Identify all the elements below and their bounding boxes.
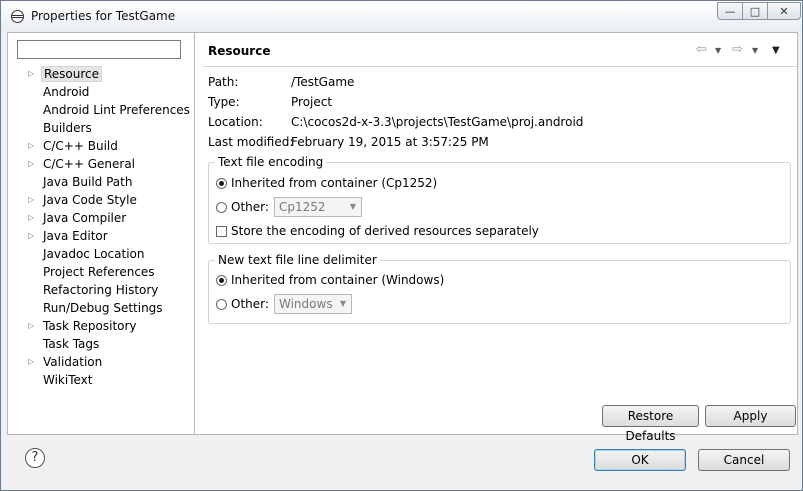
store-encoding-label[interactable]: Store the encoding of derived resources … [231, 224, 539, 238]
resource-page: Resource ⇦ ▼ ⇨ ▼ ▼ Path: /TestGame Type:… [195, 33, 797, 443]
restore-defaults-button[interactable]: Restore Defaults [602, 405, 699, 443]
tree-item-label: WikiText [43, 373, 93, 387]
page-title: Resource [208, 44, 271, 58]
tree-item-label: Android [43, 85, 90, 99]
tree-item-label: Task Repository [43, 319, 137, 333]
tree-item-label: Resource [41, 66, 103, 82]
tree-item-resource[interactable]: ▷ Resource [8, 65, 194, 83]
tree-item-label: C/C++ Build [43, 139, 118, 153]
tree-item-label: Java Editor [43, 229, 108, 243]
tree-item-label: C/C++ General [43, 157, 136, 171]
title-separator [203, 66, 797, 67]
tree-item-label: Android Lint Preferences [43, 103, 190, 117]
tree-item-run-debug-settings[interactable]: Run/Debug Settings [8, 299, 194, 317]
tree-item-label: Builders [43, 121, 92, 135]
text-file-encoding-group: Text file encoding Inherited from contai… [208, 155, 791, 244]
filter-input[interactable] [17, 40, 181, 59]
forward-arrow-icon[interactable]: ⇨ [732, 42, 743, 57]
tree-item-wikitext[interactable]: WikiText [8, 371, 194, 389]
properties-dialog: Properties for TestGame — □ ✕ ▷ Resource A… [0, 0, 803, 491]
back-arrow-icon[interactable]: ⇦ [696, 42, 707, 57]
expand-arrow-icon[interactable]: ▷ [28, 137, 34, 155]
delimiter-inherited-label[interactable]: Inherited from container (Windows) [231, 273, 444, 287]
store-encoding-checkbox[interactable] [216, 226, 227, 237]
tree-item-label: Refactoring History [43, 283, 159, 297]
tree-item-refactoring-history[interactable]: Refactoring History [8, 281, 194, 299]
encoding-other-value: Cp1252 [279, 200, 326, 214]
tree-item-label: Java Code Style [43, 193, 137, 207]
last-modified-label: Last modified: [208, 135, 294, 149]
view-menu-icon[interactable]: ▼ [772, 45, 780, 56]
tree-item-label: Validation [43, 355, 103, 369]
tree-item-c-c-general[interactable]: ▷ C/C++ General [8, 155, 194, 173]
expand-arrow-icon[interactable]: ▷ [28, 65, 34, 83]
tree-item-builders[interactable]: Builders [8, 119, 194, 137]
title-bar: Properties for TestGame — □ ✕ [1, 1, 802, 31]
property-pages-pane: ▷ Resource Android Android Lint Preferences… [8, 33, 195, 434]
tree-item-java-build-path[interactable]: Java Build Path [8, 173, 194, 191]
last-modified-value: February 19, 2015 at 3:57:25 PM [291, 135, 489, 149]
tree-item-label: Java Compiler [43, 211, 127, 225]
type-value: Project [291, 95, 333, 109]
maximize-icon: □ [749, 4, 761, 18]
tree-item-task-tags[interactable]: Task Tags [8, 335, 194, 353]
expand-arrow-icon[interactable]: ▷ [28, 191, 34, 209]
maximize-button[interactable]: □ [742, 2, 768, 20]
encoding-inherited-radio[interactable] [216, 178, 227, 189]
window-title: Properties for TestGame [31, 9, 176, 23]
back-menu-icon[interactable]: ▼ [715, 46, 721, 55]
tree-item-javadoc-location[interactable]: Javadoc Location [8, 245, 194, 263]
expand-arrow-icon[interactable]: ▷ [28, 209, 34, 227]
tree-item-java-compiler[interactable]: ▷ Java Compiler [8, 209, 194, 227]
apply-button[interactable]: Apply [705, 405, 796, 427]
tree-item-android-lint-preferences[interactable]: Android Lint Preferences [8, 101, 194, 119]
eclipse-app-icon [11, 10, 24, 23]
delimiter-other-select[interactable]: Windows ▼ [274, 294, 352, 314]
cancel-button[interactable]: Cancel [698, 449, 790, 471]
dialog-body: ▷ Resource Android Android Lint Preferences… [7, 32, 798, 443]
delimiter-other-radio[interactable] [216, 299, 227, 310]
tree-item-android[interactable]: Android [8, 83, 194, 101]
expand-arrow-icon[interactable]: ▷ [28, 353, 34, 371]
tree-item-label: Task Tags [43, 337, 100, 351]
close-icon: ✕ [779, 4, 789, 18]
tree-item-c-c-build[interactable]: ▷ C/C++ Build [8, 137, 194, 155]
help-icon[interactable]: ? [25, 448, 45, 468]
location-label: Location: [208, 115, 263, 129]
tree-item-java-code-style[interactable]: ▷ Java Code Style [8, 191, 194, 209]
close-button[interactable]: ✕ [767, 2, 801, 20]
text-file-encoding-title: Text file encoding [215, 155, 327, 169]
line-delimiter-group: New text file line delimiter Inherited f… [208, 253, 791, 324]
tree-item-label: Project References [43, 265, 155, 279]
tree-item-project-references[interactable]: Project References [8, 263, 194, 281]
encoding-other-select[interactable]: Cp1252 ▼ [274, 197, 362, 217]
delimiter-other-value: Windows [279, 297, 333, 311]
expand-arrow-icon[interactable]: ▷ [28, 227, 34, 245]
tree-item-label: Java Build Path [43, 175, 133, 189]
forward-menu-icon[interactable]: ▼ [752, 46, 758, 55]
delimiter-inherited-radio[interactable] [216, 275, 227, 286]
tree-item-label: Run/Debug Settings [43, 301, 163, 315]
location-value: C:\cocos2d-x-3.3\projects\TestGame\proj.… [291, 115, 584, 129]
encoding-other-label[interactable]: Other: [231, 200, 269, 214]
encoding-other-radio[interactable] [216, 202, 227, 213]
path-value: /TestGame [291, 75, 355, 89]
delimiter-other-label[interactable]: Other: [231, 297, 269, 311]
tree-item-validation[interactable]: ▷ Validation [8, 353, 194, 371]
expand-arrow-icon[interactable]: ▷ [28, 155, 34, 173]
minimize-button[interactable]: — [717, 2, 743, 20]
minimize-icon: — [724, 4, 736, 18]
tree-item-label: Javadoc Location [43, 247, 145, 261]
chevron-down-icon: ▼ [349, 202, 356, 211]
ok-button[interactable]: OK [594, 449, 686, 471]
type-label: Type: [208, 95, 240, 109]
path-label: Path: [208, 75, 239, 89]
encoding-inherited-label[interactable]: Inherited from container (Cp1252) [231, 176, 437, 190]
expand-arrow-icon[interactable]: ▷ [28, 317, 34, 335]
line-delimiter-title: New text file line delimiter [215, 253, 380, 267]
tree-item-java-editor[interactable]: ▷ Java Editor [8, 227, 194, 245]
tree-item-task-repository[interactable]: ▷ Task Repository [8, 317, 194, 335]
property-pages-tree: ▷ Resource Android Android Lint Preferences… [8, 65, 194, 389]
chevron-down-icon: ▼ [339, 299, 346, 308]
